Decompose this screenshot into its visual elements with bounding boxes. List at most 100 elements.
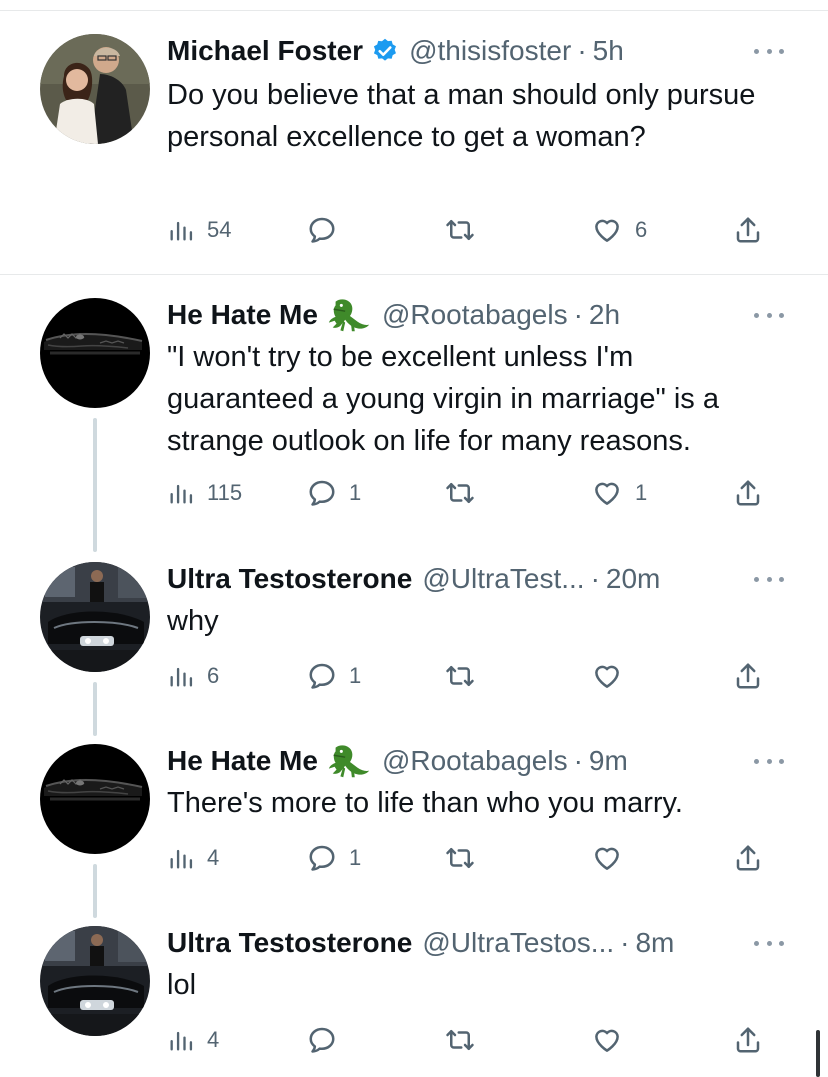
separator: ·	[620, 927, 630, 958]
views-icon	[167, 479, 195, 507]
like-icon	[591, 1025, 623, 1055]
share-button[interactable]	[733, 658, 763, 694]
views-count: 54	[207, 217, 232, 242]
reply-button[interactable]: 1	[307, 840, 361, 876]
more-options-icon[interactable]	[754, 748, 784, 774]
views-icon	[167, 662, 195, 690]
display-name[interactable]: He Hate Me	[167, 299, 318, 331]
display-name[interactable]: Ultra Testosterone	[167, 563, 412, 595]
like-button[interactable]	[591, 840, 635, 876]
crocodile-icon	[326, 295, 372, 335]
retweet-icon	[443, 215, 477, 245]
avatar[interactable]	[40, 744, 150, 854]
username[interactable]: @UltraTest...	[422, 563, 584, 595]
crocodile-icon	[326, 741, 372, 781]
like-button[interactable]: 6	[591, 212, 647, 248]
views-count: 115	[207, 480, 243, 505]
tweet-original[interactable]: Michael Foster @thisisfoster · 5h Do you…	[0, 34, 828, 264]
reply-count: 1	[349, 480, 362, 505]
like-button[interactable]	[591, 1022, 635, 1058]
share-button[interactable]	[733, 212, 763, 248]
more-options-icon[interactable]	[754, 566, 784, 592]
username[interactable]: @UltraTestos...	[422, 927, 614, 959]
retweet-icon	[443, 661, 477, 691]
views-button[interactable]: 6	[167, 658, 219, 694]
like-button[interactable]	[591, 658, 635, 694]
retweet-icon	[443, 1025, 477, 1055]
retweet-button[interactable]	[443, 475, 489, 511]
display-name[interactable]: Michael Foster	[167, 35, 363, 67]
retweet-icon	[443, 478, 477, 508]
reply-count: 1	[349, 663, 362, 688]
verified-icon	[371, 37, 399, 65]
separator: ·	[573, 745, 583, 776]
like-icon	[591, 843, 623, 873]
separator: ·	[590, 563, 600, 594]
avatar[interactable]	[40, 562, 150, 672]
share-button[interactable]	[733, 475, 763, 511]
timestamp[interactable]: 20m	[606, 563, 660, 595]
retweet-button[interactable]	[443, 840, 489, 876]
more-options-icon[interactable]	[754, 302, 784, 328]
username[interactable]: @Rootabagels	[382, 745, 568, 777]
scrollbar[interactable]	[816, 1030, 820, 1077]
share-icon	[733, 843, 763, 873]
reply-button[interactable]: 1	[307, 475, 361, 511]
top-divider	[0, 10, 828, 11]
views-button[interactable]: 4	[167, 840, 219, 876]
display-name[interactable]: He Hate Me	[167, 745, 318, 777]
reply-button[interactable]	[307, 1022, 349, 1058]
share-icon	[733, 478, 763, 508]
retweet-button[interactable]	[443, 212, 489, 248]
views-icon	[167, 216, 195, 244]
views-count: 4	[207, 1027, 220, 1052]
timestamp[interactable]: 2h	[589, 299, 620, 331]
more-options-icon[interactable]	[754, 930, 784, 956]
avatar[interactable]	[40, 298, 150, 408]
reply-icon	[307, 215, 337, 245]
avatar-photo	[40, 298, 150, 408]
tweet-reply[interactable]: Ultra Testosterone @UltraTest... · 20m w…	[0, 562, 828, 692]
timestamp[interactable]: 8m	[635, 927, 674, 959]
separator: ·	[573, 299, 583, 330]
like-icon	[591, 215, 623, 245]
views-count: 4	[207, 845, 220, 870]
username[interactable]: @thisisfoster	[409, 35, 571, 67]
views-button[interactable]: 115	[167, 475, 242, 511]
retweet-icon	[443, 843, 477, 873]
avatar-photo	[40, 562, 150, 672]
tweet-reply[interactable]: He Hate Me @Rootabagels · 2h "I won't tr…	[0, 298, 828, 518]
views-button[interactable]: 54	[167, 212, 231, 248]
tweet-reply[interactable]: He Hate Me @Rootabagels · 9m There's mor…	[0, 744, 828, 874]
tweet-text: lol	[167, 969, 197, 1001]
timestamp[interactable]: 9m	[589, 745, 628, 777]
reply-count: 1	[349, 845, 362, 870]
reply-icon	[307, 843, 337, 873]
avatar-photo	[40, 744, 150, 854]
reply-button[interactable]: 1	[307, 658, 361, 694]
share-icon	[733, 661, 763, 691]
views-icon	[167, 1026, 195, 1054]
display-name[interactable]: Ultra Testosterone	[167, 927, 412, 959]
avatar[interactable]	[40, 34, 150, 144]
timestamp[interactable]: 5h	[593, 35, 624, 67]
share-icon	[733, 215, 763, 245]
tweet-reply[interactable]: Ultra Testosterone @UltraTestos... · 8m …	[0, 926, 828, 1066]
action-bar: 54 6	[167, 212, 777, 248]
tweet-text: There's more to life than who you marry.	[167, 787, 683, 819]
like-count: 6	[635, 217, 648, 242]
avatar-photo	[40, 34, 150, 144]
retweet-button[interactable]	[443, 658, 489, 694]
reply-icon	[307, 478, 337, 508]
share-button[interactable]	[733, 840, 763, 876]
retweet-button[interactable]	[443, 1022, 489, 1058]
like-button[interactable]: 1	[591, 475, 647, 511]
avatar-photo	[40, 926, 150, 1036]
reply-icon	[307, 1025, 337, 1055]
reply-button[interactable]	[307, 212, 349, 248]
username[interactable]: @Rootabagels	[382, 299, 568, 331]
share-button[interactable]	[733, 1022, 763, 1058]
avatar[interactable]	[40, 926, 150, 1036]
views-button[interactable]: 4	[167, 1022, 219, 1058]
more-options-icon[interactable]	[754, 38, 784, 64]
